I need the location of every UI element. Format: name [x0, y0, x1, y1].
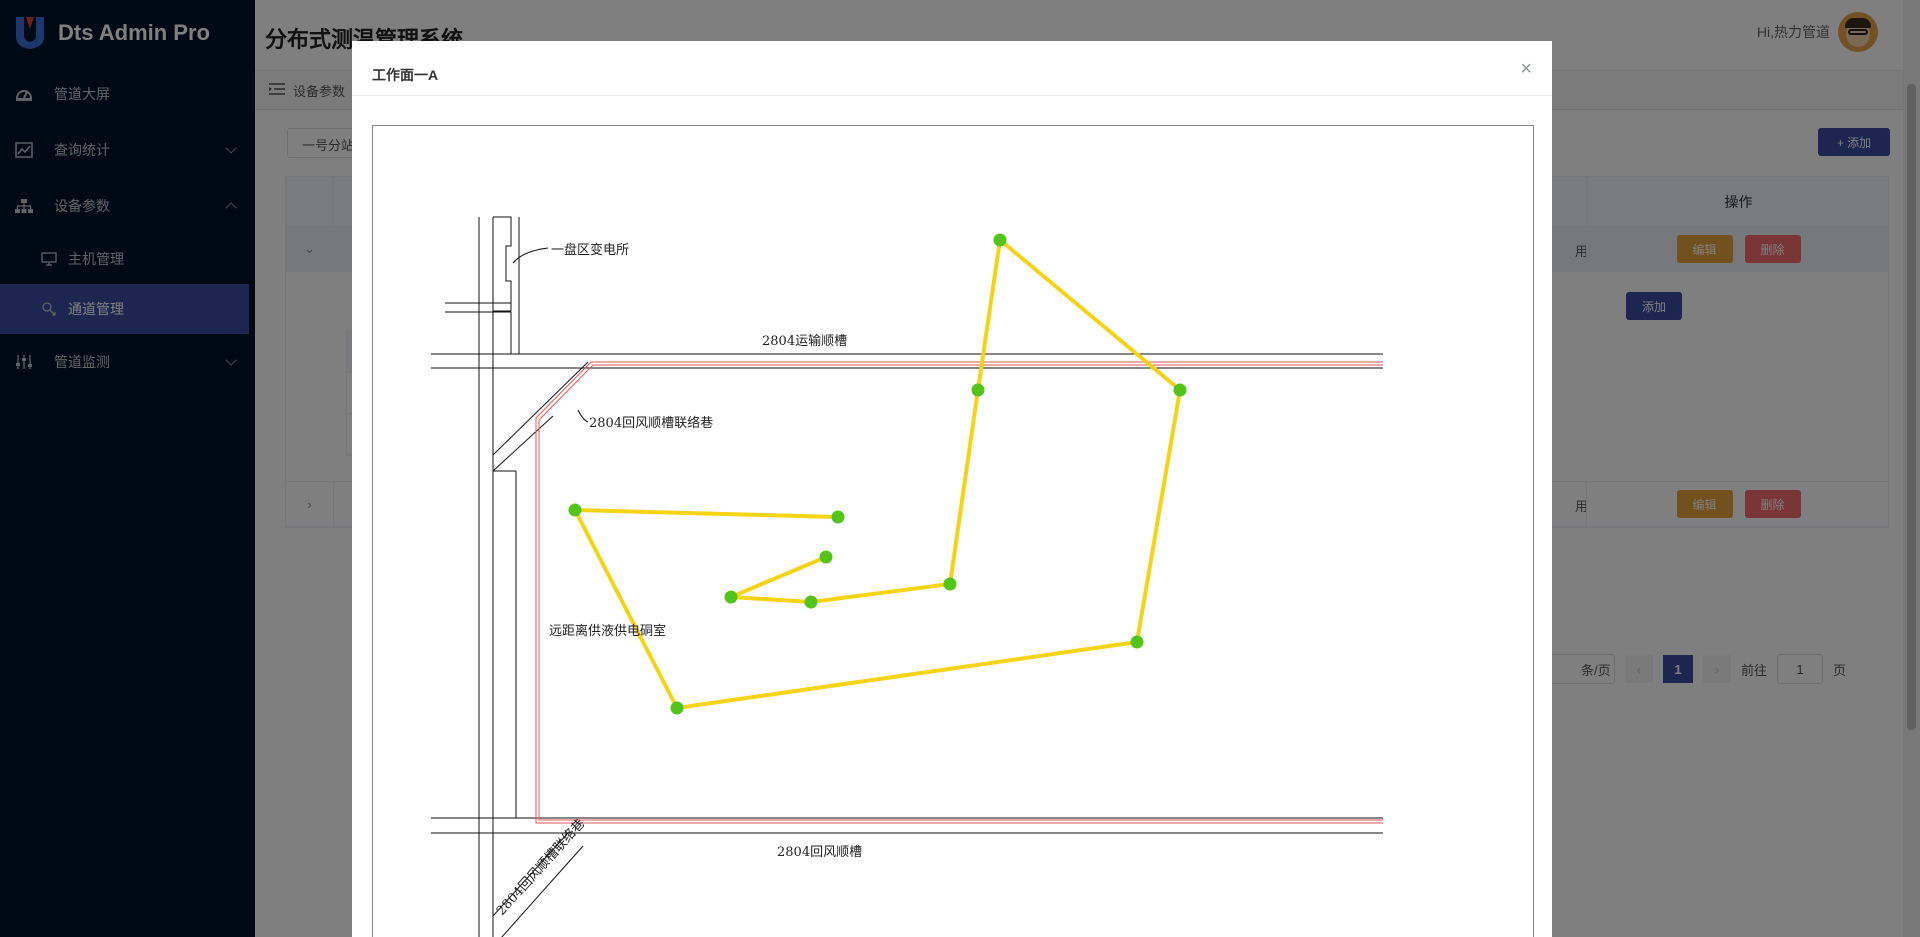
map-label-substation: 一盘区变电所	[551, 243, 630, 258]
workface-map: 一盘区变电所 2804运输顺槽 2804回风顺槽联络巷 远距离供液供电硐室 28…	[372, 125, 1534, 937]
route-node[interactable]	[943, 577, 957, 591]
modal-header: 工作面一A ×	[352, 41, 1552, 96]
map-drawing	[431, 216, 1383, 937]
route-node[interactable]	[831, 510, 845, 524]
route-node[interactable]	[670, 701, 684, 715]
map-label-transport-road: 2804运输顺槽	[762, 334, 848, 349]
route-node[interactable]	[819, 550, 833, 564]
route-node[interactable]	[804, 595, 818, 609]
workface-modal: 工作面一A × 一盘区变电所 2804运输顺槽 2804回风顺槽联络巷 远距离供…	[352, 41, 1552, 937]
route-node[interactable]	[993, 233, 1007, 247]
route-node[interactable]	[1130, 635, 1144, 649]
route-node[interactable]	[568, 503, 582, 517]
map-label-return-air-link: 2804回风顺槽联络巷	[589, 416, 714, 431]
route-node[interactable]	[971, 383, 985, 397]
map-label-power-chamber: 远距离供液供电硐室	[549, 624, 667, 639]
sensor-route-branch	[574, 508, 839, 519]
map-label-return-air-road: 2804回风顺槽	[777, 845, 863, 860]
route-node[interactable]	[1173, 383, 1187, 397]
close-icon[interactable]: ×	[1520, 59, 1532, 79]
modal-title: 工作面一A	[372, 67, 439, 83]
route-nodes	[568, 233, 1187, 715]
route-node[interactable]	[724, 590, 738, 604]
